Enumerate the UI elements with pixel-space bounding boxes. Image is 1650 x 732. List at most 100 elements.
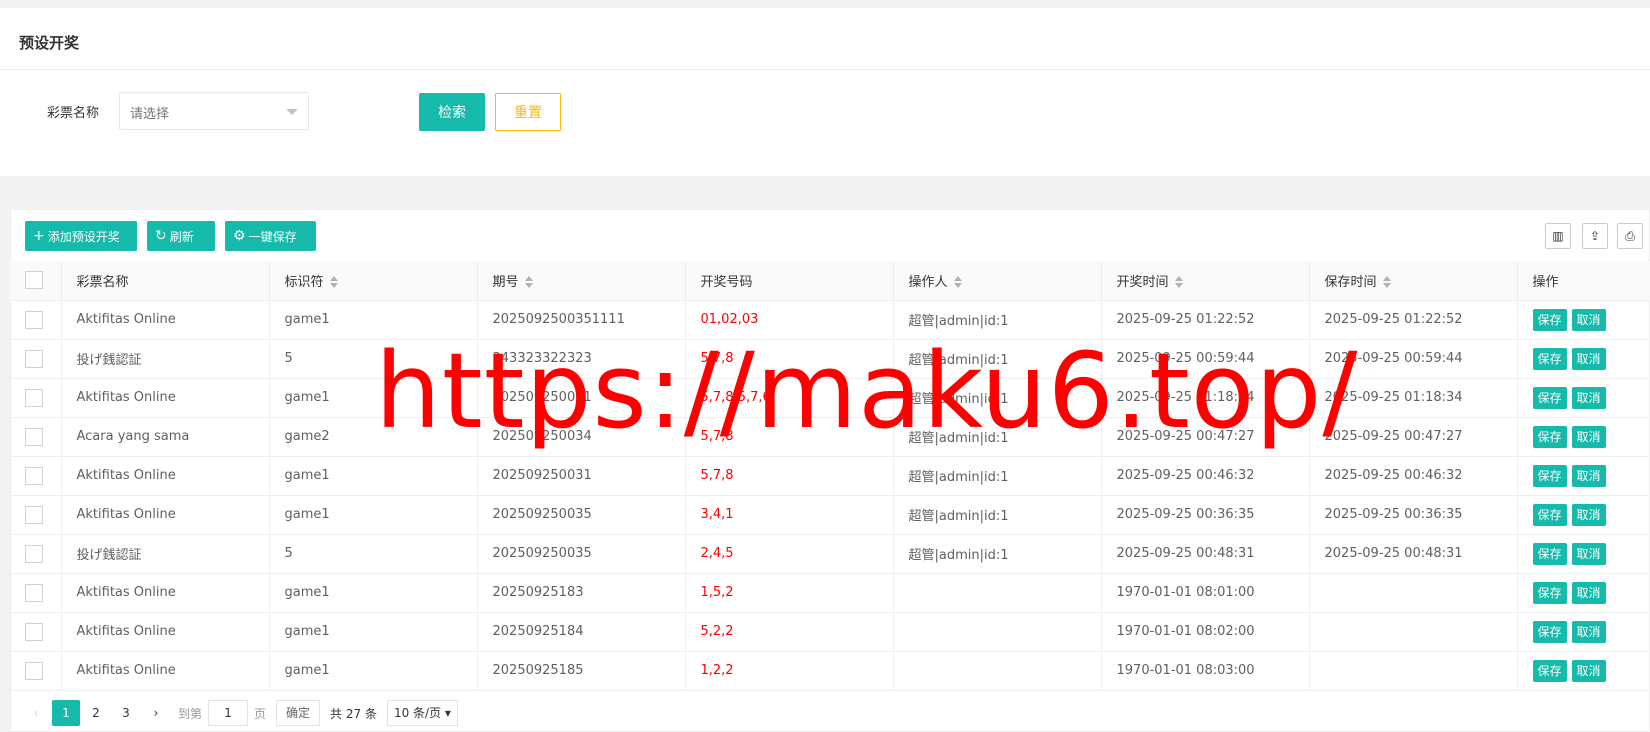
row-save-button[interactable]: 保存 — [1532, 386, 1567, 409]
col-header-issue[interactable]: 期号 — [477, 261, 686, 301]
cell-operator — [893, 573, 1102, 613]
cell-draw-time: 2025-09-25 01:22:52 — [1101, 300, 1310, 340]
row-cancel-button[interactable]: 取消 — [1571, 347, 1606, 370]
page-3[interactable]: 3 — [112, 700, 140, 726]
cell-code: 5 — [269, 534, 478, 574]
columns-filter-icon[interactable]: ▥ — [1545, 223, 1571, 249]
cell-draw-time: 2025-09-25 01:18:34 — [1101, 378, 1310, 418]
row-checkbox[interactable] — [25, 583, 43, 602]
col-header-name: 彩票名称 — [61, 261, 270, 301]
row-checkbox[interactable] — [25, 349, 43, 368]
row-cancel-button[interactable]: 取消 — [1571, 386, 1606, 409]
cell-issue: 20250925183 — [477, 573, 686, 613]
page-2[interactable]: 2 — [82, 700, 110, 726]
table-row: Aktifitas Online game1 20250925185 1,2,2 197… — [10, 651, 1650, 691]
lottery-name-select[interactable]: 请选择 — [119, 92, 309, 130]
row-checkbox[interactable] — [25, 544, 43, 563]
cell-actions: 保存 取消 — [1517, 456, 1650, 496]
page-1[interactable]: 1 — [52, 700, 80, 726]
row-save-button[interactable]: 保存 — [1532, 464, 1567, 487]
cell-name: Aktifitas Online — [61, 651, 270, 691]
next-page-icon[interactable]: › — [142, 700, 170, 726]
cell-name: Aktifitas Online — [61, 573, 270, 613]
cell-numbers: 5,7,8 — [685, 417, 894, 457]
select-placeholder: 请选择 — [130, 107, 170, 122]
sort-icon[interactable] — [329, 276, 338, 289]
row-save-button[interactable]: 保存 — [1532, 308, 1567, 331]
page-size-select[interactable]: 10 条/页 ▾ — [386, 700, 458, 726]
cell-operator: 超管|admin|id:1 — [893, 417, 1102, 457]
print-icon[interactable]: ⎙ — [1617, 223, 1643, 249]
row-cancel-button[interactable]: 取消 — [1571, 542, 1606, 565]
row-cancel-button[interactable]: 取消 — [1571, 464, 1606, 487]
row-save-button[interactable]: 保存 — [1532, 659, 1567, 682]
cell-save-time: 2025-09-25 00:46:32 — [1309, 456, 1518, 496]
goto-label: 到第 — [178, 706, 203, 721]
sort-icon[interactable] — [524, 276, 533, 289]
sort-icon[interactable] — [953, 276, 962, 289]
row-cancel-button[interactable]: 取消 — [1571, 620, 1606, 643]
add-preset-button[interactable]: + 添加预设开奖 — [25, 221, 137, 251]
row-save-button[interactable]: 保存 — [1532, 503, 1567, 526]
row-cancel-button[interactable]: 取消 — [1571, 581, 1606, 604]
select-all-cell — [10, 261, 62, 301]
search-button[interactable]: 检索 — [419, 93, 485, 131]
row-checkbox[interactable] — [25, 388, 43, 407]
cell-name: 投げ銭認証 — [61, 339, 270, 379]
cell-issue: 20250925184 — [477, 612, 686, 652]
row-save-button[interactable]: 保存 — [1532, 581, 1567, 604]
row-checkbox[interactable] — [25, 661, 43, 680]
row-cancel-button[interactable]: 取消 — [1571, 308, 1606, 331]
goto-page-input[interactable]: 1 — [208, 700, 249, 726]
row-checkbox-cell — [10, 651, 62, 691]
select-all-checkbox[interactable] — [25, 271, 43, 290]
sort-icon[interactable] — [1382, 276, 1391, 289]
cell-name: Acara yang sama — [61, 417, 270, 457]
table-row: Acara yang sama game2 202509250034 5,7,8 超管|… — [10, 417, 1650, 457]
row-checkbox[interactable] — [25, 466, 43, 485]
row-checkbox[interactable] — [25, 310, 43, 329]
cell-code: game1 — [269, 651, 478, 691]
top-strip — [0, 0, 1650, 8]
goto-confirm-button[interactable]: 确定 — [276, 700, 321, 726]
row-checkbox[interactable] — [25, 427, 43, 446]
refresh-button[interactable]: ↻ 刷新 — [147, 221, 215, 251]
row-cancel-button[interactable]: 取消 — [1571, 659, 1606, 682]
cell-draw-time: 2025-09-25 00:48:31 — [1101, 534, 1310, 574]
refresh-icon: ↻ — [155, 228, 167, 244]
cell-operator: 超管|admin|id:1 — [893, 378, 1102, 418]
cell-actions: 保存 取消 — [1517, 378, 1650, 418]
col-header-save-time[interactable]: 保存时间 — [1309, 261, 1518, 301]
cell-operator: 超管|admin|id:1 — [893, 495, 1102, 535]
col-header-draw-time[interactable]: 开奖时间 — [1101, 261, 1310, 301]
save-all-button[interactable]: ⚙ 一键保存 — [225, 221, 316, 251]
cell-code: game1 — [269, 573, 478, 613]
export-icon[interactable]: ⇪ — [1582, 223, 1608, 249]
row-checkbox[interactable] — [25, 505, 43, 524]
table-row: Aktifitas Online game1 202509250031 5,7,8,5… — [10, 378, 1650, 418]
col-header-operator[interactable]: 操作人 — [893, 261, 1102, 301]
refresh-label: 刷新 — [169, 229, 194, 244]
table-body: Aktifitas Online game1 2025092500351111 01,… — [10, 300, 1650, 691]
cell-draw-time: 2025-09-25 00:47:27 — [1101, 417, 1310, 457]
row-checkbox[interactable] — [25, 622, 43, 641]
row-save-button[interactable]: 保存 — [1532, 347, 1567, 370]
cell-draw-time: 2025-09-25 00:59:44 — [1101, 339, 1310, 379]
sort-icon[interactable] — [1174, 276, 1183, 289]
cell-name: Aktifitas Online — [61, 456, 270, 496]
table-row: Aktifitas Online game1 202509250031 5,7,8 超管… — [10, 456, 1650, 496]
reset-button[interactable]: 重置 — [495, 93, 561, 131]
row-save-button[interactable]: 保存 — [1532, 542, 1567, 565]
prev-page-icon[interactable]: ‹ — [22, 700, 50, 726]
row-cancel-button[interactable]: 取消 — [1571, 425, 1606, 448]
cell-operator: 超管|admin|id:1 — [893, 300, 1102, 340]
table-row: 投げ銭認証 5 343323322323 5,7,8 超管|admin|id:1 2025… — [10, 339, 1650, 379]
cell-issue: 202509250035 — [477, 534, 686, 574]
row-save-button[interactable]: 保存 — [1532, 620, 1567, 643]
cell-actions: 保存 取消 — [1517, 612, 1650, 652]
row-cancel-button[interactable]: 取消 — [1571, 503, 1606, 526]
row-save-button[interactable]: 保存 — [1532, 425, 1567, 448]
cell-save-time: 2025-09-25 00:36:35 — [1309, 495, 1518, 535]
col-header-code[interactable]: 标识符 — [269, 261, 478, 301]
cell-code: game1 — [269, 456, 478, 496]
